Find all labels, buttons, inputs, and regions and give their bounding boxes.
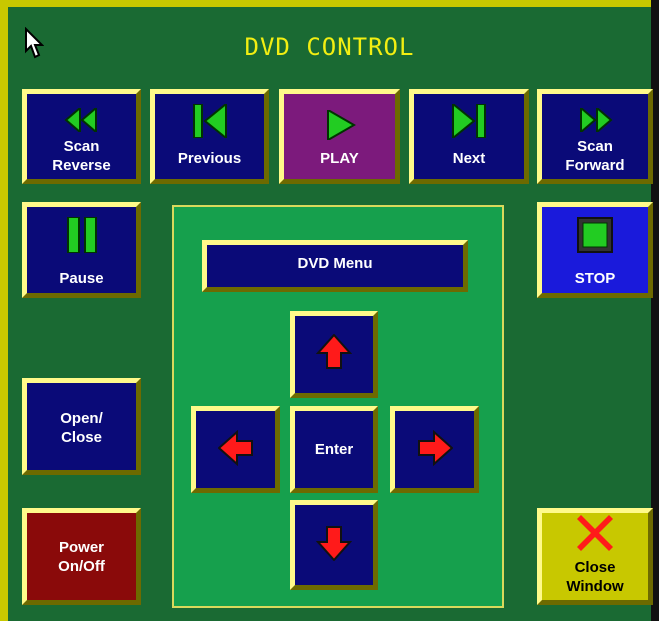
- dvd-menu-label: DVD Menu: [297, 255, 373, 272]
- next-button[interactable]: Next: [409, 89, 529, 184]
- stop-label: STOP: [574, 270, 616, 287]
- window-top-border: [0, 0, 659, 7]
- down-arrow-button[interactable]: [290, 500, 378, 590]
- scan-reverse-button[interactable]: Scan Reverse: [22, 89, 141, 184]
- page-title: DVD CONTROL: [244, 33, 415, 61]
- open-close-label: Open/ Close: [60, 410, 103, 446]
- next-label: Next: [452, 150, 486, 167]
- power-button[interactable]: Power On/Off: [22, 508, 141, 605]
- previous-button[interactable]: Previous: [150, 89, 269, 184]
- pause-bars-icon: [27, 217, 136, 253]
- left-arrow-button[interactable]: [191, 406, 280, 493]
- left-arrow-icon: [196, 430, 275, 466]
- play-button[interactable]: PLAY: [279, 89, 400, 184]
- window-left-border: [0, 0, 8, 621]
- up-arrow-icon: [295, 334, 373, 370]
- right-arrow-icon: [395, 430, 474, 466]
- enter-label: Enter: [314, 441, 354, 458]
- scan-forward-button[interactable]: Scan Forward: [537, 89, 653, 184]
- up-arrow-button[interactable]: [290, 311, 378, 398]
- double-left-triangle-icon: [27, 108, 136, 132]
- stop-square-icon: [542, 217, 648, 253]
- skip-next-icon: [414, 104, 524, 138]
- close-window-button[interactable]: Close Window: [537, 508, 653, 605]
- play-triangle-icon: [284, 110, 395, 140]
- pause-button[interactable]: Pause: [22, 202, 141, 298]
- open-close-button[interactable]: Open/ Close: [22, 378, 141, 475]
- stop-button[interactable]: STOP: [537, 202, 653, 298]
- previous-label: Previous: [177, 150, 242, 167]
- double-right-triangle-icon: [542, 108, 648, 132]
- play-label: PLAY: [320, 150, 359, 167]
- right-arrow-button[interactable]: [390, 406, 479, 493]
- down-arrow-icon: [295, 525, 373, 561]
- red-x-icon: [542, 511, 648, 555]
- pause-label: Pause: [59, 270, 104, 287]
- scan-forward-label: Scan Forward: [565, 138, 625, 174]
- enter-button[interactable]: Enter: [290, 406, 378, 493]
- dvd-menu-button[interactable]: DVD Menu: [202, 240, 468, 292]
- close-window-label: Close Window: [566, 559, 624, 595]
- skip-previous-icon: [155, 104, 264, 138]
- power-label: Power On/Off: [58, 539, 105, 575]
- dvd-control-window: DVD CONTROL Scan Reverse Previous PLAY N…: [0, 0, 659, 621]
- scan-reverse-label: Scan Reverse: [52, 138, 111, 174]
